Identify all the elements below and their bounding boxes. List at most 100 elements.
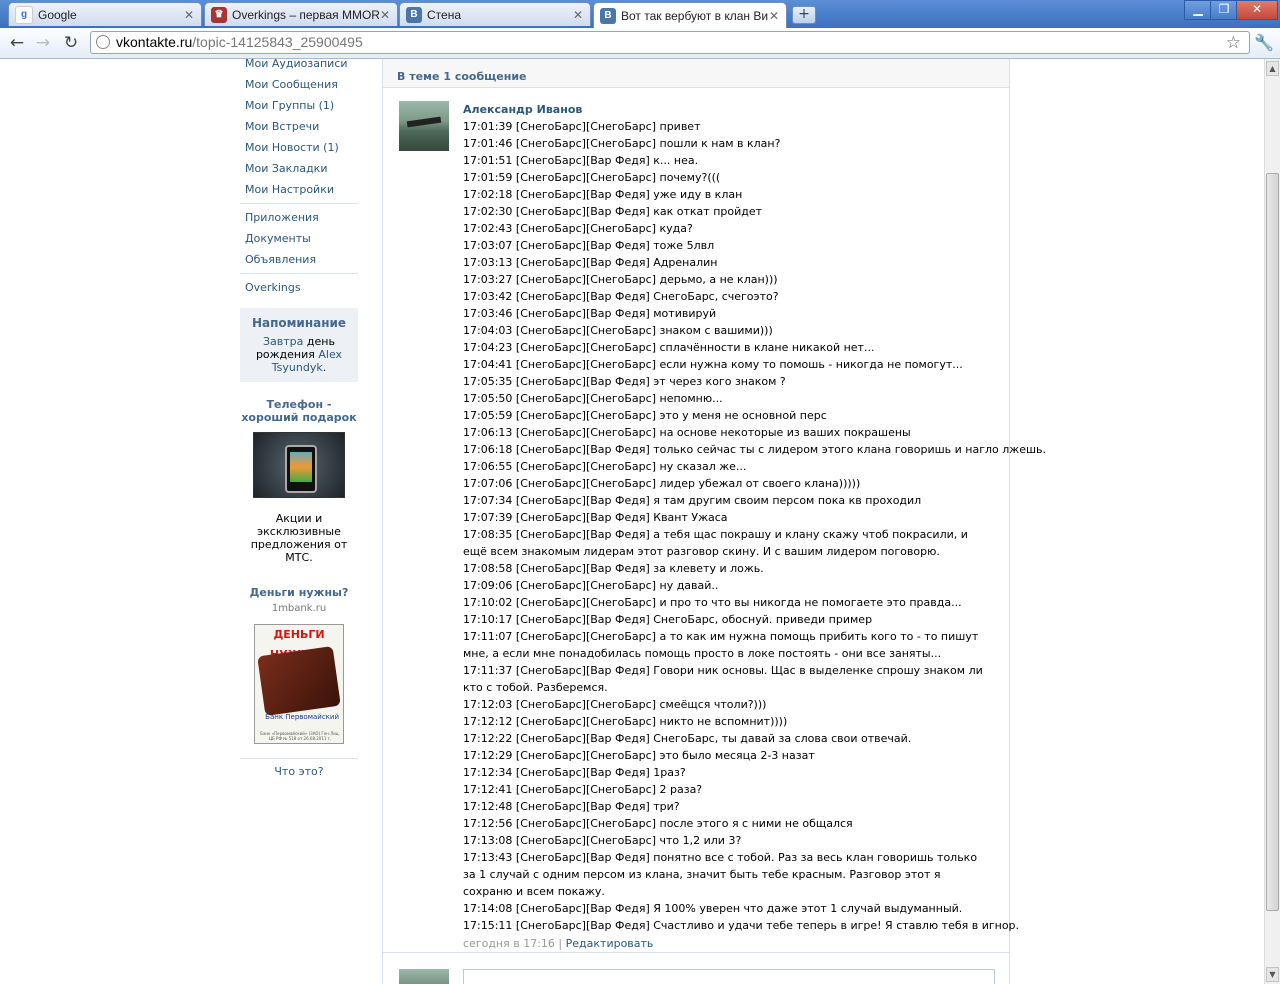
- ad-title[interactable]: Телефон - хороший подарок: [240, 398, 358, 424]
- scrollbar[interactable]: ▲ ▼: [1264, 59, 1280, 984]
- chat-line: 17:02:43 [СнегоБарс][СнегоБарс] куда?: [463, 222, 693, 235]
- left-menu: Мои Аудиозаписи Мои Сообщения Мои Группы…: [240, 59, 358, 778]
- post-meta: сегодня в 17:16 | Редактировать: [463, 937, 983, 950]
- chat-line: 17:02:18 [СнегоБарс][Вар Федя] уже иду в…: [463, 188, 743, 201]
- tab-topic[interactable]: B Вот так вербуют в клан Вит ✕: [593, 2, 787, 28]
- reminder-box: Напоминание Завтра день рождения Alex Ts…: [240, 308, 358, 382]
- close-tab-icon[interactable]: ✕: [572, 8, 584, 22]
- post-timestamp: сегодня в 17:16: [463, 937, 555, 950]
- post-divider: [383, 952, 1009, 953]
- wrench-menu-icon[interactable]: 🔧: [1254, 33, 1274, 52]
- chat-line: 17:05:35 [СнегоБарс][Вар Федя] эт через …: [463, 375, 786, 388]
- chat-line: 17:03:46 [СнегоБарс][Вар Федя] мотивируй: [463, 307, 717, 320]
- ad-fine-print: Банк «Первомайский» (ЗАО) Ген.Лиц. ЦБ РФ…: [260, 731, 340, 741]
- chat-line: 17:12:34 [СнегоБарс][Вар Федя] 1раз?: [463, 766, 686, 779]
- wallet-image: [257, 646, 341, 716]
- chat-line: 17:11:07 [СнегоБарс][СнегоБарс] а то как…: [463, 630, 979, 660]
- chat-line: 17:06:18 [СнегоБарс][Вар Федя] только се…: [463, 443, 1047, 456]
- chat-line: 17:12:12 [СнегоБарс][СнегоБарс] никто не…: [463, 715, 788, 728]
- chat-line: 17:12:41 [СнегоБарс][СнегоБарс] 2 раза?: [463, 783, 703, 796]
- scroll-thumb[interactable]: [1266, 173, 1279, 911]
- reload-button[interactable]: ↻: [60, 33, 82, 53]
- ad-domain: 1mbank.ru: [271, 603, 327, 614]
- reply-input[interactable]: [463, 969, 995, 984]
- chat-line: 17:10:02 [СнегоБарс][СнегоБарс] и про то…: [463, 596, 962, 609]
- tab-google[interactable]: g Google ✕: [8, 2, 202, 26]
- ad-banner-head: ДЕНЬГИ НУЖНЫ?: [270, 628, 328, 661]
- chat-line: 17:01:39 [СнегоБарс][СнегоБарс] привет: [463, 120, 701, 133]
- minimize-button[interactable]: ▁: [1184, 0, 1212, 20]
- tab-title: Стена: [427, 7, 462, 22]
- chat-line: 17:04:03 [СнегоБарс][СнегоБарс] знаком с…: [463, 324, 773, 337]
- google-icon: g: [15, 5, 33, 24]
- chat-line: 17:12:22 [СнегоБарс][Вар Федя] СнегоБарс…: [463, 732, 912, 745]
- avatar: [399, 969, 449, 984]
- url-path: /topic-14125843_25900495: [192, 34, 363, 50]
- menu-bookmarks[interactable]: Мои Закладки: [240, 158, 358, 179]
- chat-line: 17:13:08 [СнегоБарс][СнегоБарс] что 1,2 …: [463, 834, 742, 847]
- chat-line: 17:01:46 [СнегоБарс][СнегоБарс] пошли к …: [463, 137, 781, 150]
- chat-line: 17:07:06 [СнегоБарс][СнегоБарс] лидер уб…: [463, 477, 861, 490]
- ad-phone-image[interactable]: [253, 432, 345, 498]
- vk-icon: B: [600, 7, 616, 24]
- avatar[interactable]: [399, 101, 449, 151]
- menu-groups[interactable]: Мои Группы (1): [240, 95, 358, 116]
- tab-title: Google: [38, 7, 77, 22]
- what-is-this-link[interactable]: Что это?: [240, 765, 358, 778]
- tab-wall[interactable]: B Стена ✕: [399, 2, 591, 26]
- reminder-dot: .: [322, 361, 327, 374]
- chat-line: 17:15:11 [СнегоБарс][Вар Федя] Счастливо…: [463, 919, 1020, 932]
- tab-title: Overkings – первая MMORPG: [232, 7, 379, 22]
- tab-overkings[interactable]: ♛ Overkings – первая MMORPG ✕: [204, 2, 398, 26]
- reminder-title: Напоминание: [251, 316, 347, 330]
- new-tab-button[interactable]: +: [792, 6, 816, 24]
- maximize-button[interactable]: ❐: [1210, 0, 1238, 20]
- ad-phone[interactable]: Телефон - хороший подарок Акции и эксклю…: [240, 398, 358, 564]
- close-tab-icon[interactable]: ✕: [379, 8, 391, 22]
- menu-documents[interactable]: Документы: [240, 228, 358, 249]
- meta-separator: |: [558, 937, 563, 950]
- chat-line: 17:05:59 [СнегоБарс][СнегоБарс] это у ме…: [463, 409, 827, 422]
- chat-line: 17:03:07 [СнегоБарс][Вар Федя] тоже 5лвл: [463, 239, 715, 252]
- chat-line: 17:14:08 [СнегоБарс][Вар Федя] Я 100% ув…: [463, 902, 963, 915]
- ad-title[interactable]: Деньги нужны?: [240, 586, 358, 599]
- ad-text[interactable]: Акции и эксклюзивные предложения от МТС.: [240, 512, 358, 564]
- chat-line: 17:04:23 [СнегоБарс][СнегоБарс] сплачённ…: [463, 341, 875, 354]
- menu-audio[interactable]: Мои Аудиозаписи: [240, 59, 358, 74]
- chat-line: 17:12:03 [СнегоБарс][СнегоБарс] смеёщся …: [463, 698, 767, 711]
- ad-money-image[interactable]: ДЕНЬГИ НУЖНЫ? Банк Первомайский Банк «Пе…: [254, 624, 344, 744]
- back-button[interactable]: ←: [6, 33, 28, 53]
- menu-apps[interactable]: Приложения: [240, 207, 358, 228]
- edit-link[interactable]: Редактировать: [566, 937, 654, 950]
- menu-divider: [240, 273, 358, 274]
- chat-line: 17:13:43 [СнегоБарс][Вар Федя] понятно в…: [463, 851, 978, 898]
- reminder-tomorrow-link[interactable]: Завтра: [263, 335, 303, 348]
- close-window-button[interactable]: ✕: [1236, 0, 1278, 20]
- menu-events[interactable]: Мои Встречи: [240, 116, 358, 137]
- menu-ads[interactable]: Объявления: [240, 249, 358, 270]
- forward-button[interactable]: →: [32, 33, 54, 53]
- chat-line: 17:04:41 [СнегоБарс][СнегоБарс] если нуж…: [463, 358, 963, 371]
- ad-money[interactable]: Деньги нужны? 1mbank.ru ДЕНЬГИ НУЖНЫ? Ба…: [240, 586, 358, 744]
- chat-line: 17:03:42 [СнегоБарс][Вар Федя] СнегоБарс…: [463, 290, 779, 303]
- menu-news[interactable]: Мои Новости (1): [240, 137, 358, 158]
- chat-line: 17:11:37 [СнегоБарс][Вар Федя] Говори ни…: [463, 664, 983, 694]
- chat-line: 17:03:13 [СнегоБарс][Вар Федя] Адреналин: [463, 256, 718, 269]
- menu-settings[interactable]: Мои Настройки: [240, 179, 358, 200]
- menu-overkings[interactable]: Overkings: [240, 277, 358, 298]
- address-bar[interactable]: vkontakte.ru/topic-14125843_25900495 ☆: [90, 31, 1250, 54]
- close-tab-icon[interactable]: ✕: [768, 9, 780, 23]
- close-tab-icon[interactable]: ✕: [183, 8, 195, 22]
- post-author[interactable]: Александр Иванов: [463, 101, 983, 118]
- chat-line: 17:03:27 [СнегоБарс][СнегоБарс] дерьмо, …: [463, 273, 778, 286]
- menu-messages[interactable]: Мои Сообщения: [240, 74, 358, 95]
- chat-line: 17:01:59 [СнегоБарс][СнегоБарс] почему?(…: [463, 171, 721, 184]
- bookmark-star-icon[interactable]: ☆: [1226, 32, 1241, 53]
- scroll-down-icon[interactable]: ▼: [1266, 967, 1279, 982]
- chat-line: 17:12:29 [СнегоБарс][СнегоБарс] это было…: [463, 749, 815, 762]
- chat-line: 17:07:34 [СнегоБарс][Вар Федя] я там дру…: [463, 494, 922, 507]
- tab-strip: g Google ✕ ♛ Overkings – первая MMORPG ✕…: [0, 0, 1280, 28]
- scroll-up-icon[interactable]: ▲: [1266, 61, 1279, 76]
- vk-icon: B: [406, 6, 422, 23]
- url-host: vkontakte.ru: [116, 34, 193, 50]
